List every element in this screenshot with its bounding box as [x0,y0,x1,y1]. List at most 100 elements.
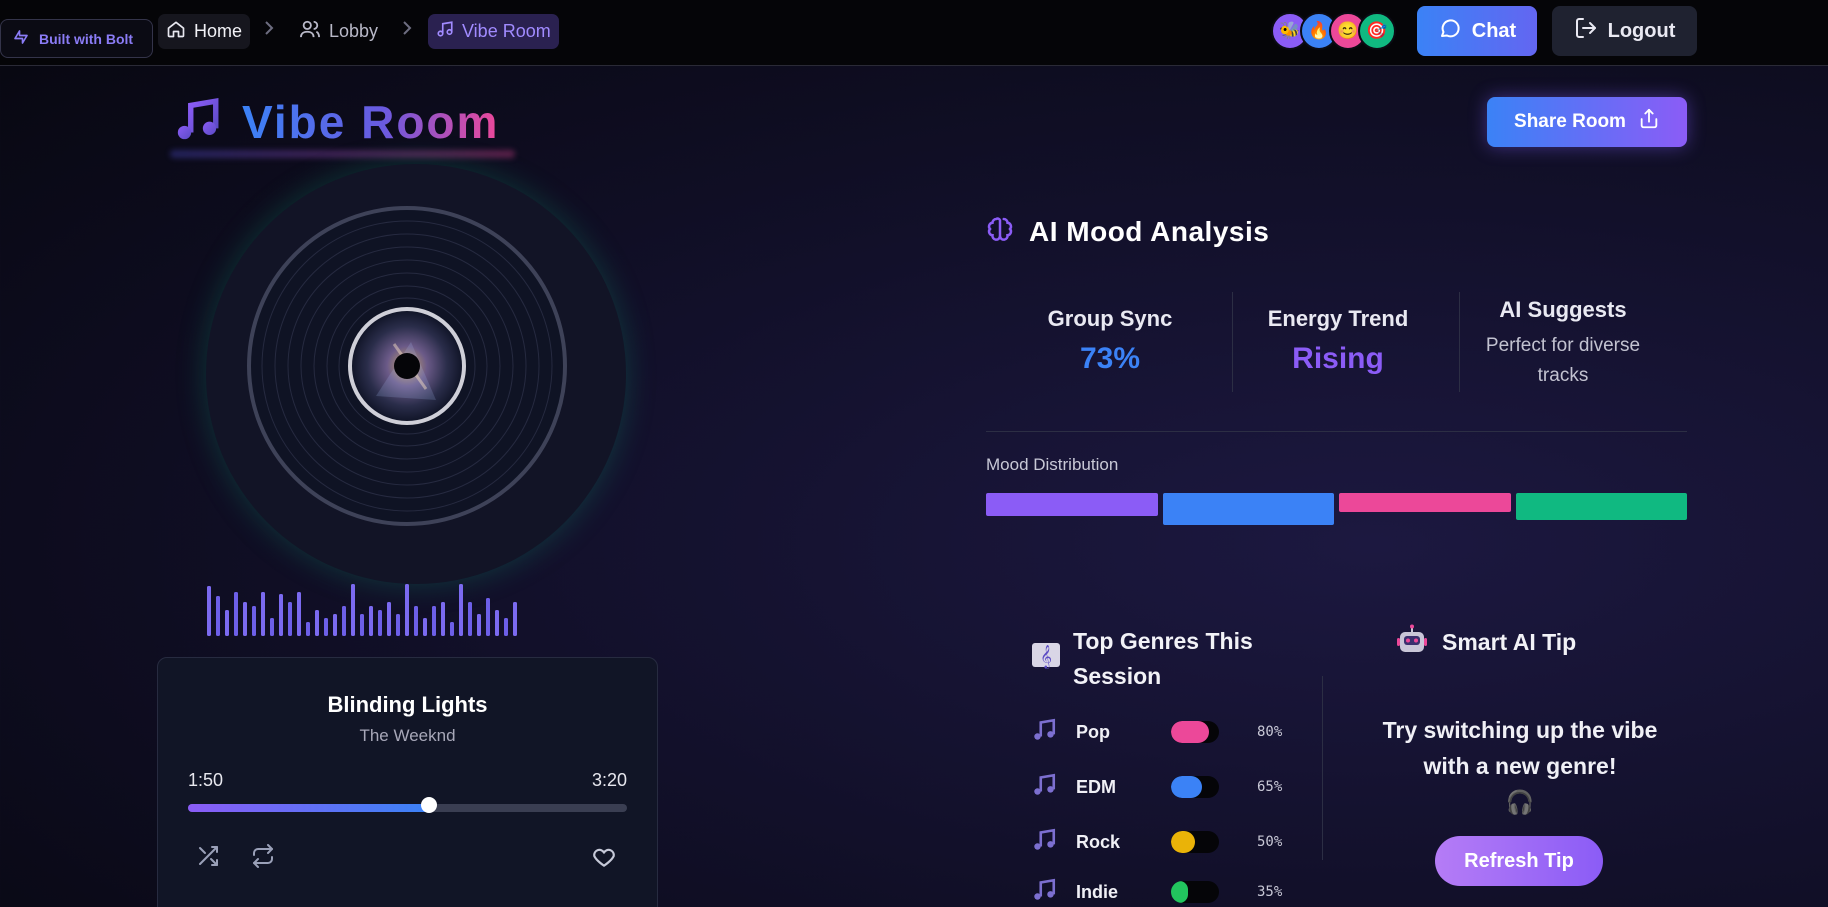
visualizer-bar [243,602,247,636]
smart-tip-header: Smart AI Tip [1396,624,1576,661]
repeat-icon[interactable] [251,844,277,870]
visualizer-bar [459,584,463,636]
progress-fill [188,804,430,812]
visualizer-bar [288,602,292,636]
smart-tip-text: Try switching up the vibe with a new gen… [1380,712,1660,820]
vinyl-record[interactable] [206,164,626,584]
genres-title: Top Genres This Session [1073,628,1253,689]
refresh-tip-button[interactable]: Refresh Tip [1435,836,1603,886]
energy-trend-value: Rising [1292,342,1384,375]
music-note-icon [172,95,222,150]
visualizer-bar [351,584,355,636]
section-divider [1322,676,1323,860]
users-icon [299,19,321,44]
visualizer-bar [414,606,418,636]
breadcrumb-lobby[interactable]: Lobby [291,14,386,49]
breadcrumb-vibe-room[interactable]: Vibe Room [428,14,559,49]
visualizer-bar [270,618,274,636]
shuffle-icon[interactable] [196,844,222,870]
stat-divider [1459,292,1460,392]
smart-tip-body: Try switching up the vibe with a new gen… [1382,717,1658,779]
visualizer-bar [441,602,445,636]
visualizer-bar [396,614,400,636]
mood-analysis-title: AI Mood Analysis [1029,215,1270,247]
genre-level-fill [1171,776,1203,798]
section-divider [986,431,1687,432]
mood-analysis-header: AI Mood Analysis [985,214,1269,249]
visualizer-bar [378,610,382,636]
robot-icon [1396,624,1428,661]
visualizer-bar [369,606,373,636]
genre-level-bar [1171,776,1219,798]
share-icon [1638,108,1660,136]
genre-name: EDM [1076,776,1116,797]
genre-name: Pop [1076,721,1110,742]
visualizer-bar [450,622,454,636]
group-sync-stat: Group Sync 73% [1010,306,1210,376]
song-artist: The Weeknd [359,726,456,745]
breadcrumb-home-label: Home [194,21,243,41]
visualizer-bar [216,596,220,636]
headphones-icon: 🎧 [1505,789,1535,815]
visualizer-bar [432,606,436,636]
logout-button-label: Logout [1607,19,1676,42]
visualizer-bar [207,586,211,636]
avatar[interactable]: 🎯 [1358,12,1396,50]
visualizer-bar [252,606,256,636]
top-nav-bar: Built with Bolt Home Lobby Vibe Room 🐝 🔥… [0,0,1828,66]
mood-segment [1162,493,1334,525]
visualizer-bar [495,610,499,636]
genre-row-edm: EDM 65% [1031,772,1282,802]
visualizer-bar [486,598,490,636]
music-note-icon [1031,827,1057,858]
heart-icon[interactable] [591,844,617,870]
breadcrumb-home[interactable]: Home [158,14,251,49]
genre-percent: 65% [1257,779,1283,795]
page-title-group: Vibe Room [172,92,499,152]
genre-level-fill [1171,721,1210,743]
genre-row-rock: Rock 50% [1031,827,1282,858]
visualizer-bar [306,622,310,636]
visualizer-bar [513,602,517,636]
genre-level-fill [1171,831,1195,853]
ai-suggests-value: Perfect for diverse tracks [1485,335,1641,386]
svg-text:𝄞: 𝄞 [1040,644,1052,669]
share-room-button[interactable]: Share Room [1487,97,1687,147]
chat-bubble-icon [1438,16,1462,46]
visualizer-bar [333,614,337,636]
progress-slider[interactable] [188,804,627,812]
share-room-label: Share Room [1514,111,1626,132]
music-note-icon [436,20,454,43]
genre-level-bar [1171,831,1219,853]
energy-trend-label: Energy Trend [1267,306,1409,331]
visualizer-bar [261,592,265,636]
genre-level-fill [1171,881,1188,903]
stat-divider [1232,292,1233,392]
visualizer-bar [423,618,427,636]
chat-button[interactable]: Chat [1417,6,1537,56]
visualizer-bar [468,602,472,636]
genre-row-pop: Pop 80% [1031,717,1282,747]
refresh-tip-label: Refresh Tip [1464,849,1574,872]
song-title: Blinding Lights [327,692,488,717]
genre-percent: 50% [1257,834,1283,850]
page-title: Vibe Room [242,96,500,148]
built-with-bolt-badge[interactable]: Built with Bolt [0,19,153,58]
bolt-badge-label: Built with Bolt [39,30,134,47]
group-sync-label: Group Sync [1047,306,1173,331]
genre-percent: 80% [1257,724,1283,740]
ai-suggests-stat: AI Suggests Perfect for diverse tracks [1468,297,1658,391]
genre-level-bar [1171,881,1219,903]
visualizer-bar [225,610,229,636]
title-underline-glow [170,150,515,158]
chat-button-label: Chat [1471,19,1517,42]
genre-level-bar [1171,721,1219,743]
mood-segment [1515,493,1687,520]
visualizer-bar [477,614,481,636]
logout-button[interactable]: Logout [1552,6,1697,56]
music-note-icon [1031,877,1057,907]
genres-header: 𝄞 Top Genres This Session [1031,624,1263,694]
visualizer-bar [297,592,301,636]
visualizer-bar [504,618,508,636]
breadcrumb-separator [400,20,414,41]
